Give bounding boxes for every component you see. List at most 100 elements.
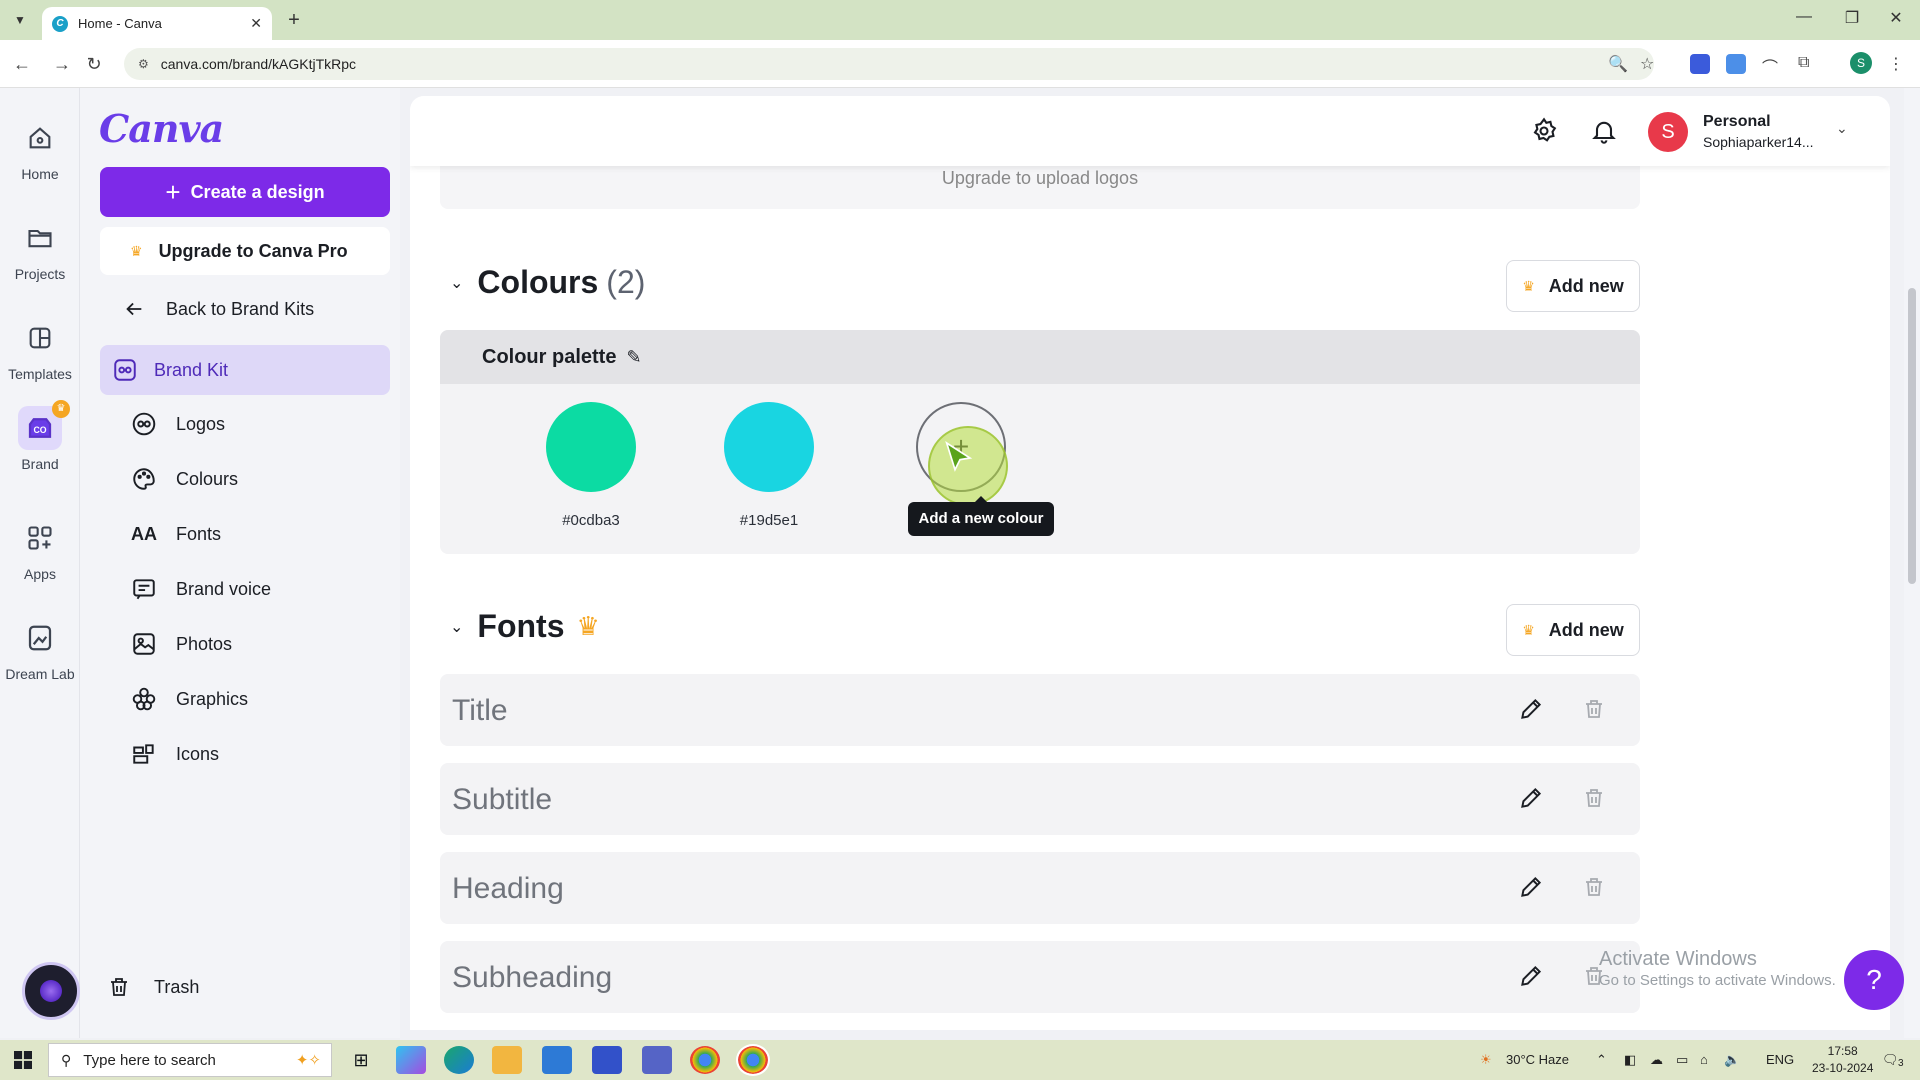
browser-profile-avatar[interactable]: S — [1850, 52, 1872, 74]
volume-icon[interactable]: 🔈 — [1724, 1052, 1740, 1068]
copilot-icon[interactable] — [396, 1046, 426, 1074]
sidebar-item-logos[interactable]: Logos — [130, 402, 225, 446]
add-new-colour-button[interactable]: ♛ Add new — [1506, 260, 1640, 312]
trash-icon[interactable] — [1582, 696, 1606, 727]
rail-item-apps[interactable]: Apps — [0, 516, 80, 582]
colour-swatch[interactable] — [724, 402, 814, 492]
tab-title: Home - Canva — [78, 16, 162, 31]
palette-name[interactable]: Colour palette — [482, 346, 616, 369]
page-scrollbar[interactable] — [1904, 88, 1920, 1038]
bookmark-star-icon[interactable]: ☆ — [1640, 54, 1654, 74]
tab-search-button[interactable]: ▼ — [8, 8, 32, 32]
help-button[interactable]: ? — [1844, 950, 1904, 1010]
extension-icon[interactable] — [1726, 54, 1746, 74]
address-bar[interactable]: ⚙ canva.com/brand/kAGKtjTkRpc — [124, 48, 1654, 80]
sidebar-item-trash[interactable]: Trash — [106, 974, 199, 1000]
font-row-subheading[interactable]: Subheading — [440, 941, 1640, 1013]
edit-pencil-icon[interactable] — [1518, 963, 1544, 994]
create-design-button[interactable]: + Create a design — [100, 167, 390, 217]
extension-icon[interactable]: ⌒ — [1762, 54, 1778, 78]
notification-bell-icon[interactable] — [1590, 117, 1618, 150]
restore-button[interactable]: ❐ — [1832, 8, 1872, 28]
zoom-icon[interactable]: 🔍 — [1608, 54, 1628, 74]
collapse-chevron-icon[interactable]: ⌄ — [450, 617, 463, 637]
settings-gear-icon[interactable] — [1530, 117, 1558, 150]
chrome-icon[interactable] — [690, 1046, 720, 1074]
activate-windows-subtitle: Go to Settings to activate Windows. — [1599, 972, 1836, 989]
browser-menu-icon[interactable]: ⋮ — [1888, 54, 1904, 74]
onedrive-icon[interactable]: ☁ — [1650, 1052, 1663, 1068]
trash-icon[interactable] — [1582, 874, 1606, 905]
edge-browser-icon[interactable] — [444, 1046, 474, 1074]
chevron-down-icon[interactable]: ⌄ — [1836, 120, 1848, 137]
app-icon[interactable] — [592, 1046, 622, 1074]
browser-tab[interactable]: C Home - Canva ✕ — [42, 7, 272, 40]
language-indicator[interactable]: ENG — [1766, 1052, 1794, 1067]
trash-icon[interactable] — [1582, 785, 1606, 816]
system-clock[interactable]: 17:58 23-10-2024 — [1812, 1043, 1873, 1077]
canva-logo[interactable]: Canva — [99, 106, 224, 151]
user-avatar[interactable]: S — [1648, 112, 1688, 152]
edit-pencil-icon[interactable] — [1518, 785, 1544, 816]
brand-kit-icon — [110, 355, 140, 385]
sidebar-item-brand-voice[interactable]: Brand voice — [130, 567, 271, 611]
network-icon[interactable]: ⌂ — [1700, 1052, 1708, 1067]
rail-label: Brand — [21, 456, 59, 472]
chrome-active-icon[interactable] — [736, 1044, 770, 1076]
chevron-up-icon[interactable]: ⌃ — [1596, 1052, 1607, 1068]
add-new-font-button[interactable]: ♛ Add new — [1506, 604, 1640, 656]
sidebar-item-photos[interactable]: Photos — [130, 622, 232, 666]
upgrade-button[interactable]: ♛ Upgrade to Canva Pro — [100, 227, 390, 275]
collapse-chevron-icon[interactable]: ⌄ — [450, 273, 463, 293]
puzzle-extensions-icon[interactable]: ⧉ — [1798, 54, 1809, 72]
close-tab-icon[interactable]: ✕ — [250, 15, 262, 32]
sidebar-item-graphics[interactable]: Graphics — [130, 677, 248, 721]
teams-icon[interactable] — [642, 1046, 672, 1074]
back-to-brand-kits-link[interactable]: Back to Brand Kits — [100, 285, 390, 333]
font-row-subtitle[interactable]: Subtitle — [440, 763, 1640, 835]
edit-pencil-icon[interactable]: ✎ — [626, 347, 641, 368]
canva-assistant-button[interactable] — [22, 962, 80, 1020]
font-row-heading[interactable]: Heading — [440, 852, 1640, 924]
windows-start-icon[interactable] — [14, 1051, 32, 1074]
assistant-orb-icon — [40, 980, 62, 1002]
edit-pencil-icon[interactable] — [1518, 696, 1544, 727]
rail-label: Dream Lab — [5, 666, 75, 682]
extension-icon[interactable] — [1690, 54, 1710, 74]
weather-text[interactable]: 30°C Haze — [1506, 1052, 1569, 1067]
add-colour-tooltip: Add a new colour — [908, 496, 1054, 536]
account-name[interactable]: Personal — [1703, 113, 1771, 131]
scrollbar-thumb[interactable] — [1908, 288, 1916, 584]
sidebar-item-brand-kit[interactable]: Brand Kit — [100, 345, 390, 395]
rail-item-projects[interactable]: Projects — [0, 216, 80, 282]
close-window-button[interactable]: ✕ — [1876, 8, 1916, 28]
forward-arrow-icon[interactable]: → — [50, 52, 74, 76]
mail-icon[interactable] — [542, 1046, 572, 1074]
new-tab-button[interactable]: + — [282, 9, 306, 32]
account-email[interactable]: Sophiaparker14... — [1703, 134, 1814, 150]
rail-item-home[interactable]: Home — [0, 116, 80, 182]
minimize-button[interactable]: — — [1784, 8, 1824, 26]
site-info-icon[interactable]: ⚙ — [138, 57, 149, 71]
battery-icon[interactable]: ▭ — [1676, 1052, 1688, 1068]
sidebar-item-icons[interactable]: Icons — [130, 732, 219, 776]
file-explorer-icon[interactable] — [492, 1046, 522, 1074]
palette-icon — [130, 465, 158, 493]
tray-app-icon[interactable]: ◧ — [1624, 1052, 1636, 1068]
font-row-label: Title — [452, 694, 508, 727]
rail-item-templates[interactable]: Templates — [0, 316, 80, 382]
taskbar-search-input[interactable]: ⚲ Type here to search ✦✧ — [48, 1043, 332, 1077]
rail-item-dream-lab[interactable]: Dream Lab — [0, 616, 80, 682]
font-row-title[interactable]: Title — [440, 674, 1640, 746]
upgrade-label: Upgrade to Canva Pro — [158, 240, 348, 261]
notification-center-icon[interactable]: 🗨 — [1882, 1052, 1899, 1068]
sidebar-item-colours[interactable]: Colours — [130, 457, 238, 501]
rail-label: Projects — [14, 266, 66, 282]
edit-pencil-icon[interactable] — [1518, 874, 1544, 905]
reload-icon[interactable]: ↻ — [82, 52, 106, 76]
task-view-icon[interactable]: ⊞ — [346, 1046, 376, 1074]
rail-item-brand[interactable]: CO ♛ Brand — [0, 400, 80, 472]
back-arrow-icon[interactable]: ← — [10, 52, 34, 76]
colour-swatch[interactable] — [546, 402, 636, 492]
sidebar-item-fonts[interactable]: AA Fonts — [130, 512, 221, 556]
